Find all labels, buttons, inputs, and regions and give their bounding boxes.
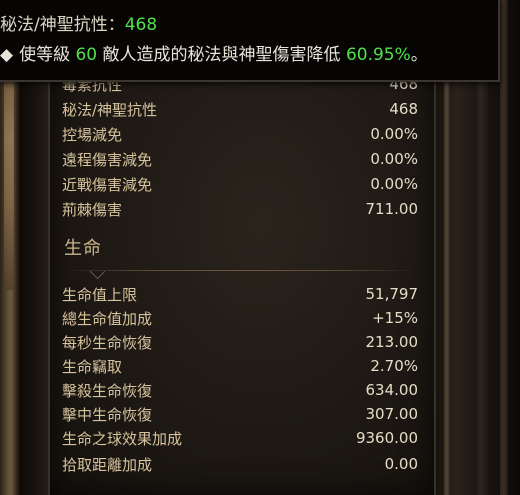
stat-row-pickup-radius[interactable]: 拾取距離加成 0.00 bbox=[62, 452, 418, 476]
stat-row-life-per-hit[interactable]: 擊中生命恢復 307.00 bbox=[62, 402, 418, 426]
tooltip-desc-prefix: 使等級 bbox=[19, 45, 71, 65]
tooltip-reduction: 60.95% bbox=[345, 45, 411, 65]
stat-value: 468 bbox=[389, 100, 418, 118]
stat-row-max-life[interactable]: 生命值上限 51,797 bbox=[62, 282, 418, 306]
stat-value: 0.00% bbox=[370, 175, 418, 193]
stat-label: 擊中生命恢復 bbox=[62, 405, 153, 424]
tooltip-level: 60 bbox=[75, 45, 98, 65]
stat-label: 控場減免 bbox=[62, 125, 123, 144]
stat-value: 634.00 bbox=[365, 381, 419, 399]
stat-label: 近戰傷害減免 bbox=[62, 175, 153, 194]
stat-row-missile-damage-reduction[interactable]: 遠程傷害減免 0.00% bbox=[62, 147, 418, 171]
stat-value: +15% bbox=[372, 309, 418, 327]
stat-value: 307.00 bbox=[365, 405, 419, 423]
stat-value: 0.00% bbox=[370, 150, 418, 168]
stat-tooltip: 秘法/神聖抗性：468 ◆ 使等級 60 敵人造成的秘法與神聖傷害降低 60.95… bbox=[0, 0, 500, 82]
stat-label: 生命值上限 bbox=[62, 285, 138, 304]
stat-label: 總生命值加成 bbox=[62, 309, 153, 328]
stat-row-thorns-damage[interactable]: 荊棘傷害 711.00 bbox=[62, 197, 418, 221]
stat-value: 0.00 bbox=[384, 455, 418, 473]
tooltip-desc-suffix: 。 bbox=[410, 45, 428, 65]
stat-label: 遠程傷害減免 bbox=[62, 150, 153, 169]
tooltip-title-label: 秘法/神聖抗性： bbox=[0, 15, 125, 35]
stat-value: 0.00% bbox=[370, 125, 418, 143]
stat-label: 擊殺生命恢復 bbox=[62, 381, 153, 400]
stat-value: 213.00 bbox=[365, 333, 419, 351]
stat-row-health-globe-bonus[interactable]: 生命之球效果加成 9360.00 bbox=[62, 426, 418, 450]
stat-row-crowd-control-reduction[interactable]: 控場減免 0.00% bbox=[62, 122, 418, 146]
stat-value: 711.00 bbox=[365, 200, 419, 218]
section-title-life: 生命 bbox=[64, 238, 102, 259]
stat-value: 51,797 bbox=[365, 285, 419, 303]
stat-value: 9360.00 bbox=[355, 429, 418, 447]
tooltip-desc-middle: 敵人造成的秘法與神聖傷害降低 bbox=[102, 45, 341, 65]
diamond-bullet-icon: ◆ bbox=[0, 45, 14, 65]
stat-label: 荊棘傷害 bbox=[62, 200, 123, 219]
tooltip-title-value: 468 bbox=[124, 15, 158, 35]
stat-row-melee-damage-reduction[interactable]: 近戰傷害減免 0.00% bbox=[62, 172, 418, 196]
stat-value: 2.70% bbox=[370, 357, 418, 375]
stat-label: 生命竊取 bbox=[62, 357, 123, 376]
stat-row-arcane-holy-resistance[interactable]: 秘法/神聖抗性 468 bbox=[62, 97, 418, 121]
stat-row-total-life-bonus[interactable]: 總生命值加成 +15% bbox=[62, 306, 418, 330]
stat-label: 生命之球效果加成 bbox=[62, 429, 183, 448]
tooltip-title: 秘法/神聖抗性：468 bbox=[0, 10, 157, 35]
stat-label: 拾取距離加成 bbox=[62, 455, 153, 474]
stat-label: 每秒生命恢復 bbox=[62, 333, 153, 352]
stat-row-life-steal[interactable]: 生命竊取 2.70% bbox=[62, 354, 418, 378]
stat-row-life-per-kill[interactable]: 擊殺生命恢復 634.00 bbox=[62, 378, 418, 402]
stat-row-life-per-second[interactable]: 每秒生命恢復 213.00 bbox=[62, 330, 418, 354]
tooltip-description: ◆ 使等級 60 敵人造成的秘法與神聖傷害降低 60.95%。 bbox=[0, 40, 428, 65]
section-divider bbox=[62, 263, 418, 280]
stat-label: 秘法/神聖抗性 bbox=[62, 100, 158, 119]
